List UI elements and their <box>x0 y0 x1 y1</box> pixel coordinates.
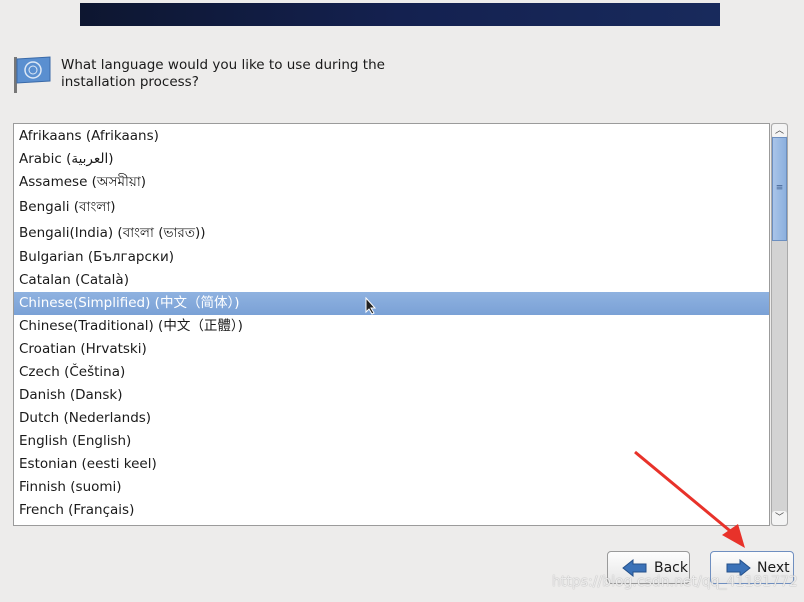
language-item[interactable]: Czech (Čeština) <box>14 361 769 384</box>
language-item[interactable]: Bulgarian (Български) <box>14 246 769 269</box>
language-item[interactable]: Danish (Dansk) <box>14 384 769 407</box>
language-item[interactable]: Afrikaans (Afrikaans) <box>14 125 769 148</box>
language-item[interactable]: Chinese(Traditional) (中文（正體）) <box>14 315 769 338</box>
language-item[interactable]: Estonian (eesti keel) <box>14 453 769 476</box>
language-item[interactable]: Catalan (Català) <box>14 269 769 292</box>
language-item[interactable]: Arabic (العربية) <box>14 148 769 171</box>
language-item[interactable]: Chinese(Simplified) (中文（简体）) <box>14 292 769 315</box>
list-scrollbar[interactable]: ︿ ≡ ﹀ <box>771 123 788 526</box>
language-item[interactable]: French (Français) <box>14 499 769 522</box>
language-item[interactable]: Croatian (Hrvatski) <box>14 338 769 361</box>
language-item[interactable]: Finnish (suomi) <box>14 476 769 499</box>
watermark: https://blog.csdn.net/qq_41181772 <box>552 574 798 590</box>
language-item[interactable]: Dutch (Nederlands) <box>14 407 769 430</box>
page-prompt: What language would you like to use duri… <box>61 57 385 90</box>
scroll-down-button[interactable]: ﹀ <box>772 511 787 525</box>
mouse-cursor-icon <box>365 297 377 315</box>
scroll-up-button[interactable]: ︿ <box>772 124 787 138</box>
language-list[interactable]: Afrikaans (Afrikaans) Arabic (العربية) Ass… <box>13 123 770 526</box>
language-item[interactable]: Bengali(India) (বাংলা (ভারত)) <box>14 220 769 246</box>
language-item[interactable]: Assamese (অসমীয়া) <box>14 171 769 194</box>
language-item[interactable]: Bengali (বাংলা) <box>14 194 769 220</box>
language-item[interactable]: English (English) <box>14 430 769 453</box>
scrollbar-thumb[interactable]: ≡ <box>772 137 787 241</box>
header-banner <box>80 3 720 26</box>
language-flag-icon <box>14 56 51 93</box>
